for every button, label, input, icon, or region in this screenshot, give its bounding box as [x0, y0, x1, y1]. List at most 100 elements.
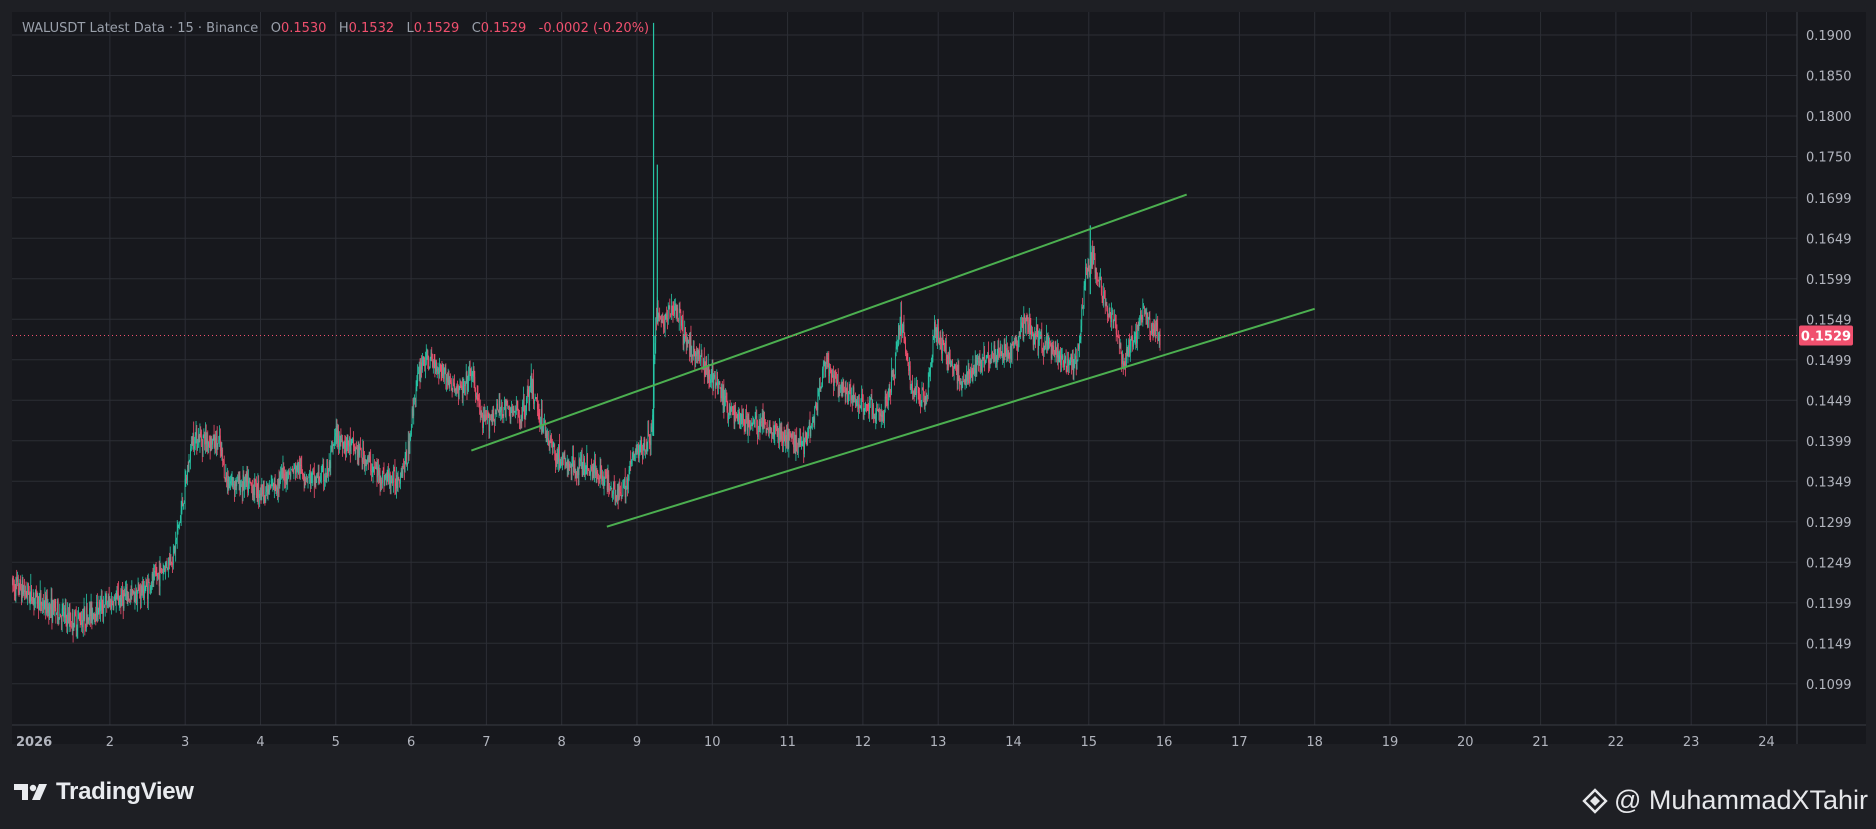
candle-body	[699, 351, 700, 362]
candle-body	[883, 412, 884, 421]
candle-body	[200, 431, 202, 437]
candle-body	[698, 351, 700, 354]
candle-body	[651, 426, 653, 432]
candle-body	[309, 472, 310, 476]
candle-body	[1108, 308, 1110, 318]
last-price-tag-label: 0.1529	[1801, 330, 1851, 345]
candle-body	[210, 438, 212, 451]
candle-body	[346, 434, 348, 443]
candle-body	[1149, 318, 1151, 333]
candle-body	[275, 488, 277, 490]
candle-body	[727, 409, 729, 421]
candle-body	[1156, 323, 1158, 327]
candle-body	[147, 582, 149, 600]
candle-body	[254, 479, 256, 496]
candle-body	[327, 465, 328, 476]
candle-body	[834, 376, 836, 378]
candle-body	[577, 468, 579, 476]
candle-body	[558, 444, 559, 462]
candle-body	[259, 493, 261, 495]
candle-body	[931, 361, 932, 368]
candle-body	[109, 600, 111, 602]
candle-body	[21, 580, 23, 601]
candle-body	[887, 401, 888, 406]
candle-body	[831, 373, 833, 378]
candle-body	[1108, 316, 1109, 318]
y-tick-label: 0.1299	[1806, 516, 1852, 531]
candle-body	[288, 470, 289, 479]
candle-body	[728, 404, 730, 414]
candle-body	[148, 582, 150, 584]
candle-body	[869, 399, 871, 401]
candle-body	[613, 482, 615, 489]
candle-body	[143, 580, 144, 599]
candle-body	[508, 405, 510, 413]
candle-body	[981, 360, 982, 372]
candle-body	[1140, 311, 1141, 321]
candle-body	[402, 465, 404, 477]
candle-body	[306, 478, 308, 480]
candle-body	[371, 471, 372, 473]
x-tick-label: 2	[106, 735, 114, 750]
candle-body	[1071, 354, 1072, 363]
candle-body	[1155, 331, 1156, 335]
candle-body	[951, 365, 953, 367]
candle-body	[833, 376, 835, 386]
candle-body	[46, 595, 48, 613]
candle-body	[637, 445, 639, 450]
candle-body	[285, 472, 287, 483]
candle-body	[165, 562, 167, 564]
candle-body	[284, 473, 285, 482]
candle-body	[746, 415, 747, 417]
candle-body	[78, 613, 79, 619]
candle-body	[688, 342, 689, 344]
candle-body	[103, 605, 104, 614]
price-chart[interactable]: 0.19000.18500.18000.17500.16990.16490.15…	[0, 0, 1876, 829]
candle-body	[953, 367, 955, 374]
candle-body	[291, 469, 292, 471]
candle-body	[884, 396, 886, 413]
tradingview-logo[interactable]: TradingView	[14, 778, 194, 806]
candle-body	[1068, 358, 1069, 366]
candle-body	[193, 433, 195, 449]
candle-body	[173, 547, 175, 549]
candle-body	[458, 388, 460, 398]
candle-body	[814, 407, 816, 425]
candle-body	[733, 411, 735, 424]
candle-body	[1112, 313, 1114, 323]
candle-body	[1003, 343, 1005, 361]
candle-body	[910, 386, 912, 389]
candle-body	[949, 353, 950, 364]
candle-body	[32, 600, 33, 603]
candle-body	[360, 447, 361, 450]
candle-body	[1043, 346, 1045, 352]
candle-body	[66, 617, 68, 626]
candle-body	[484, 414, 486, 421]
candle-body	[768, 428, 769, 432]
candle-body	[255, 481, 257, 494]
candle-body	[613, 482, 614, 494]
candle-body	[352, 438, 354, 440]
candle-body	[357, 446, 359, 457]
candle-body	[1145, 311, 1147, 318]
candle-body	[470, 373, 472, 379]
candle-body	[827, 358, 829, 362]
candle-body	[1083, 285, 1085, 308]
candle-body	[1136, 324, 1138, 344]
candle-body	[169, 557, 170, 565]
candle-body	[237, 477, 239, 484]
candle-body	[1055, 345, 1057, 349]
candle-body	[842, 380, 844, 392]
candle-body	[582, 467, 584, 475]
candle-body	[448, 373, 450, 388]
candle-body	[924, 398, 926, 407]
candle-body	[166, 562, 168, 569]
candle-body	[497, 403, 498, 410]
candle-body	[982, 357, 984, 360]
candle-body	[434, 363, 436, 374]
candle-body	[1012, 343, 1014, 345]
candle-body	[478, 399, 480, 404]
candle-body	[537, 409, 539, 414]
candle-body	[1007, 352, 1009, 359]
candle-body	[602, 475, 604, 486]
